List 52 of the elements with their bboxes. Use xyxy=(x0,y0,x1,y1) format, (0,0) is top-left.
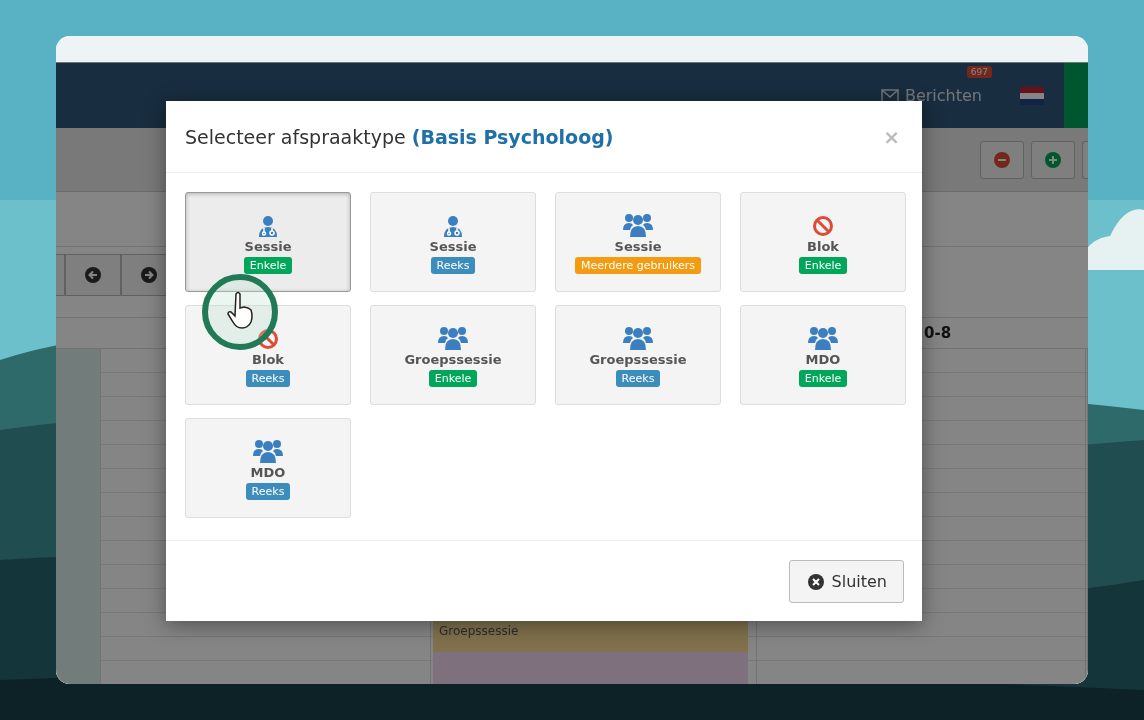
appointment-type-card[interactable]: MDO Enkele xyxy=(740,305,906,405)
doctor-icon xyxy=(257,215,279,237)
type-badge: Enkele xyxy=(428,370,478,387)
card-title: Sessie xyxy=(244,239,292,254)
nav-button[interactable] xyxy=(56,254,65,296)
card-title: Sessie xyxy=(614,239,662,254)
add-button[interactable] xyxy=(1031,140,1075,179)
minus-circle-icon xyxy=(994,151,1010,168)
appointment-type-card[interactable]: Sessie Enkele xyxy=(185,192,351,292)
count-badge: 697 xyxy=(966,66,992,78)
flag-icon[interactable] xyxy=(1020,86,1044,105)
type-badge: Enkele xyxy=(243,257,293,274)
arrow-left-icon xyxy=(85,267,101,283)
card-title: Sessie xyxy=(429,239,477,254)
card-title: Blok xyxy=(252,352,284,367)
appointment-type-card[interactable]: Blok Enkele xyxy=(740,192,906,292)
group-icon xyxy=(623,326,653,350)
type-badge: Reeks xyxy=(430,257,476,274)
appointment-type-card[interactable]: Sessie Meerdere gebruikers xyxy=(555,192,721,292)
card-title: Groepssessie xyxy=(404,352,502,367)
appointment-type-card[interactable]: Groepssessie Enkele xyxy=(370,305,536,405)
card-title: Blok xyxy=(807,239,839,254)
group-icon xyxy=(253,439,283,463)
group-icon xyxy=(623,213,653,237)
type-badge: Reeks xyxy=(245,370,291,387)
appointment-type-card[interactable]: MDO Reeks xyxy=(185,418,351,518)
type-badge: Enkele xyxy=(798,370,848,387)
remove-button[interactable] xyxy=(980,140,1024,179)
type-badge: Reeks xyxy=(245,483,291,500)
appointment-type-card[interactable]: Groepssessie Reeks xyxy=(555,305,721,405)
appointment-type-card[interactable]: Blok Reeks xyxy=(185,305,351,405)
card-title: MDO xyxy=(250,465,286,480)
group-icon xyxy=(808,326,838,350)
group-icon xyxy=(438,326,468,350)
hand-cursor-icon xyxy=(200,272,280,352)
prohibited-icon xyxy=(812,215,834,237)
column-header: 0-8 xyxy=(924,323,952,344)
close-dialog-button[interactable]: Sluiten xyxy=(788,560,904,603)
type-badge: Enkele xyxy=(798,257,848,274)
card-title: Groepssessie xyxy=(589,352,687,367)
toolbar-button[interactable] xyxy=(1082,140,1088,179)
arrow-right-icon xyxy=(141,267,157,283)
doctor-icon xyxy=(442,215,464,237)
appointment-type-card[interactable]: Sessie Reeks xyxy=(370,192,536,292)
plus-circle-icon xyxy=(1045,151,1061,168)
dialog-title: Selecteer afspraaktype (Basis Psycholoog) xyxy=(185,125,614,148)
card-title: MDO xyxy=(805,352,841,367)
type-badge: Reeks xyxy=(615,370,661,387)
close-circle-icon xyxy=(807,573,824,590)
type-badge: Meerdere gebruikers xyxy=(575,257,701,274)
previous-button[interactable] xyxy=(65,254,121,296)
prohibited-icon xyxy=(257,328,279,350)
